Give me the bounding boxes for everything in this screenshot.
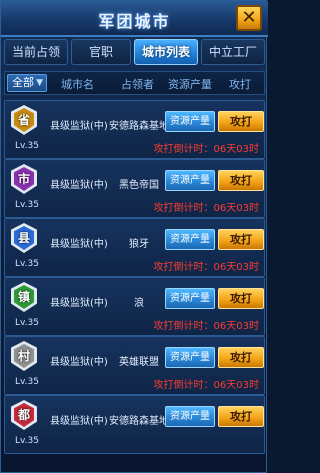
chevron-down-icon: ▼ xyxy=(36,78,43,88)
city-rank-badge-icon: 省 xyxy=(11,105,37,135)
city-name: 县级监狱(中) xyxy=(50,357,108,368)
resource-output-button[interactable]: 资源产量 xyxy=(165,347,215,368)
header-city-name: 城市名 xyxy=(61,78,94,91)
attack-countdown: 攻打倒计时：06天03时 xyxy=(153,321,259,332)
resource-output-button[interactable]: 资源产量 xyxy=(165,288,215,309)
city-name: 县级监狱(中) xyxy=(50,416,108,427)
attack-countdown: 攻打倒计时：06天03时 xyxy=(153,262,259,273)
tab-neutral-factory[interactable]: 中立工厂 xyxy=(201,39,265,65)
city-level: Lv.35 xyxy=(15,436,39,446)
city-row: 村 Lv.35 县级监狱(中) 英雄联盟 资源产量 攻打 攻打倒计时：06天03… xyxy=(4,336,265,395)
resource-output-button[interactable]: 资源产量 xyxy=(165,406,215,427)
city-row: 市 Lv.35 县级监狱(中) 黑色帝国 资源产量 攻打 攻打倒计时：06天03… xyxy=(4,159,265,218)
filter-label: 全部 xyxy=(12,76,34,89)
city-rank-char: 省 xyxy=(14,108,34,132)
attack-button[interactable]: 攻打 xyxy=(218,406,264,427)
city-row: 都 Lv.35 县级监狱(中) 安德路森基地 资源产量 攻打 xyxy=(4,395,265,454)
occupant-name: 黑色帝国 xyxy=(119,180,159,191)
occupant-name: 狼牙 xyxy=(129,239,149,250)
attack-countdown: 攻打倒计时：06天03时 xyxy=(153,203,259,214)
occupant-name: 浪 xyxy=(134,298,144,309)
city-rank-char: 市 xyxy=(14,167,34,191)
city-rank-badge-icon: 市 xyxy=(11,164,37,194)
city-name: 县级监狱(中) xyxy=(50,180,108,191)
city-level: Lv.35 xyxy=(15,318,39,328)
city-row: 镇 Lv.35 县级监狱(中) 浪 资源产量 攻打 攻打倒计时：06天03时 xyxy=(4,277,265,336)
city-level: Lv.35 xyxy=(15,200,39,210)
city-rank-char: 县 xyxy=(14,226,34,250)
city-name: 县级监狱(中) xyxy=(50,121,108,132)
tab-official-posts[interactable]: 官职 xyxy=(71,39,131,65)
tab-current-occupation[interactable]: 当前占领 xyxy=(4,39,68,65)
city-list-panel: 军团城市 ✕ 当前占领 官职 城市列表 中立工厂 全部 ▼ 城市名 占领者 资源… xyxy=(0,0,268,473)
city-name: 县级监狱(中) xyxy=(50,298,108,309)
tab-bar: 当前占领 官职 城市列表 中立工厂 xyxy=(1,39,268,67)
occupant-name: 英雄联盟 xyxy=(119,357,159,368)
city-rank-badge-icon: 都 xyxy=(11,400,37,430)
attack-button[interactable]: 攻打 xyxy=(218,111,264,132)
attack-button[interactable]: 攻打 xyxy=(218,288,264,309)
title-bar: 军团城市 ✕ xyxy=(1,1,268,37)
city-name: 县级监狱(中) xyxy=(50,239,108,250)
filter-dropdown[interactable]: 全部 ▼ xyxy=(7,74,47,92)
city-row: 省 Lv.35 县级监狱(中) 安德路森基地 资源产量 攻打 攻打倒计时：06天… xyxy=(4,100,265,159)
close-icon: ✕ xyxy=(241,7,257,28)
city-level: Lv.35 xyxy=(15,141,39,151)
city-rank-badge-icon: 村 xyxy=(11,341,37,371)
tab-city-list[interactable]: 城市列表 xyxy=(134,39,198,65)
table-header: 全部 ▼ 城市名 占领者 资源产量 攻打 xyxy=(4,71,265,95)
resource-output-button[interactable]: 资源产量 xyxy=(165,229,215,250)
resource-output-button[interactable]: 资源产量 xyxy=(165,111,215,132)
attack-countdown: 攻打倒计时：06天03时 xyxy=(153,144,259,155)
city-row: 县 Lv.35 县级监狱(中) 狼牙 资源产量 攻打 攻打倒计时：06天03时 xyxy=(4,218,265,277)
attack-countdown: 攻打倒计时：06天03时 xyxy=(153,380,259,391)
header-attack: 攻打 xyxy=(229,78,251,91)
occupant-name: 安德路森基地 xyxy=(109,416,169,427)
attack-button[interactable]: 攻打 xyxy=(218,347,264,368)
city-rank-char: 都 xyxy=(14,403,34,427)
attack-button[interactable]: 攻打 xyxy=(218,170,264,191)
city-rank-badge-icon: 县 xyxy=(11,223,37,253)
city-rank-char: 镇 xyxy=(14,285,34,309)
city-rank-char: 村 xyxy=(14,344,34,368)
header-resource-output: 资源产量 xyxy=(168,78,212,91)
occupant-name: 安德路森基地 xyxy=(109,121,169,132)
city-rank-badge-icon: 镇 xyxy=(11,282,37,312)
header-occupant: 占领者 xyxy=(121,78,154,91)
resource-output-button[interactable]: 资源产量 xyxy=(165,170,215,191)
city-level: Lv.35 xyxy=(15,377,39,387)
attack-button[interactable]: 攻打 xyxy=(218,229,264,250)
close-button[interactable]: ✕ xyxy=(236,5,262,31)
window-title: 军团城市 xyxy=(98,12,171,31)
city-level: Lv.35 xyxy=(15,259,39,269)
